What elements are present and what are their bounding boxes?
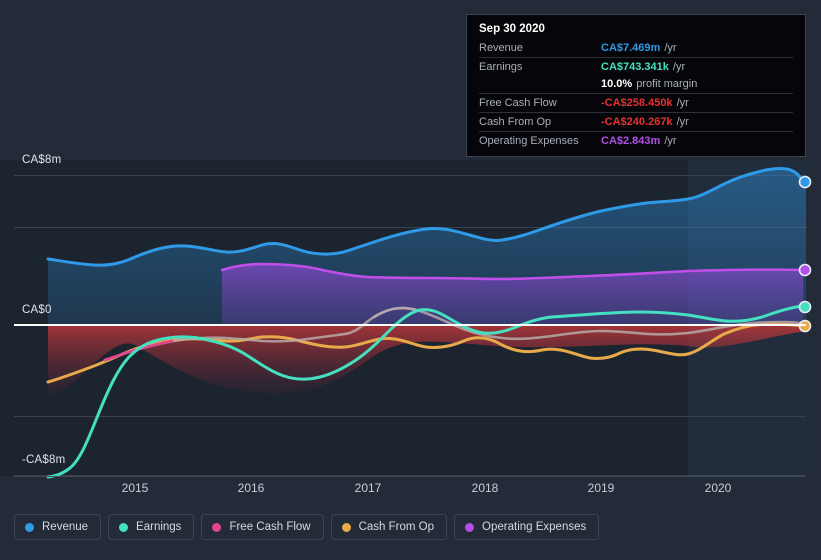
legend-label-free-cash-flow: Free Cash Flow (229, 521, 311, 533)
financial-chart-screenshot: CA$8m CA$0 -CA$8m 2015 2016 2017 2018 20… (0, 0, 821, 560)
tooltip-value-earnings: CA$743.341k (601, 61, 669, 73)
legend-item-cash-from-op[interactable]: Cash From Op (330, 514, 448, 540)
chart-tooltip: Sep 30 2020 Revenue CA$7.469m /yr Earnin… (466, 14, 806, 157)
tooltip-value-cash-from-op: -CA$240.267k (601, 116, 673, 128)
legend-item-free-cash-flow[interactable]: Free Cash Flow (201, 514, 324, 540)
y-axis-label-zero: CA$0 (22, 304, 52, 316)
y-axis-label-top: CA$8m (22, 154, 62, 166)
legend-item-earnings[interactable]: Earnings (108, 514, 195, 540)
tooltip-label-operating-expenses: Operating Expenses (479, 135, 579, 147)
tooltip-label-cash-from-op: Cash From Op (479, 116, 552, 128)
legend-dot-cash-from-op-icon (341, 522, 351, 532)
legend-dot-operating-expenses-icon (465, 522, 475, 532)
x-axis-tick-2017: 2017 (354, 481, 382, 495)
tooltip-row-free-cash-flow: Free Cash Flow -CA$258.450k /yr (479, 93, 793, 112)
negative-area-fill (48, 325, 806, 395)
legend-item-operating-expenses[interactable]: Operating Expenses (454, 514, 600, 540)
tooltip-value-free-cash-flow: -CA$258.450k (601, 97, 673, 109)
zero-baseline (14, 324, 806, 326)
tooltip-row-operating-expenses: Operating Expenses CA$2.843m /yr (479, 131, 793, 150)
y-axis-label-bottom: -CA$8m (22, 454, 66, 466)
tooltip-label-revenue: Revenue (479, 42, 524, 54)
tooltip-row-profit-margin: 10.0% profit margin (479, 76, 793, 93)
tooltip-unit-revenue: /yr (664, 42, 677, 54)
tooltip-unit-earnings: /yr (672, 61, 686, 73)
tooltip-row-revenue: Revenue CA$7.469m /yr (479, 42, 793, 57)
tooltip-unit-operating-expenses: /yr (664, 135, 677, 147)
tooltip-row-cash-from-op: Cash From Op -CA$240.267k /yr (479, 112, 793, 131)
x-axis-tick-2019: 2019 (587, 481, 615, 495)
tooltip-unit-cash-from-op: /yr (676, 116, 689, 128)
x-axis-tick-2016: 2016 (237, 481, 265, 495)
legend-item-revenue[interactable]: Revenue (14, 514, 102, 540)
legend-label-cash-from-op: Cash From Op (358, 521, 435, 533)
legend-label-operating-expenses: Operating Expenses (482, 521, 587, 533)
x-axis-tick-2015: 2015 (121, 481, 149, 495)
tooltip-value-profit-margin: 10.0% (601, 78, 633, 90)
x-axis-tick-2020: 2020 (704, 481, 732, 495)
tooltip-label-earnings: Earnings (479, 61, 523, 73)
legend-dot-earnings-icon (119, 522, 129, 532)
legend-label-earnings: Earnings (136, 521, 182, 533)
chart-legend: Revenue Earnings Free Cash Flow Cash Fro… (14, 514, 600, 540)
x-axis-line (14, 476, 806, 477)
tooltip-date: Sep 30 2020 (479, 23, 545, 35)
tooltip-unit-profit-margin: profit margin (636, 78, 698, 90)
legend-dot-revenue-icon (25, 522, 34, 532)
legend-label-revenue: Revenue (42, 521, 89, 533)
legend-dot-free-cash-flow-icon (212, 522, 222, 532)
tooltip-value-operating-expenses: CA$2.843m (601, 135, 661, 147)
tooltip-row-earnings: Earnings CA$743.341k /yr (479, 57, 793, 76)
x-axis-tick-2018: 2018 (471, 481, 499, 495)
tooltip-unit-free-cash-flow: /yr (676, 97, 689, 109)
tooltip-label-free-cash-flow: Free Cash Flow (479, 97, 557, 109)
tooltip-value-revenue: CA$7.469m (601, 42, 661, 54)
